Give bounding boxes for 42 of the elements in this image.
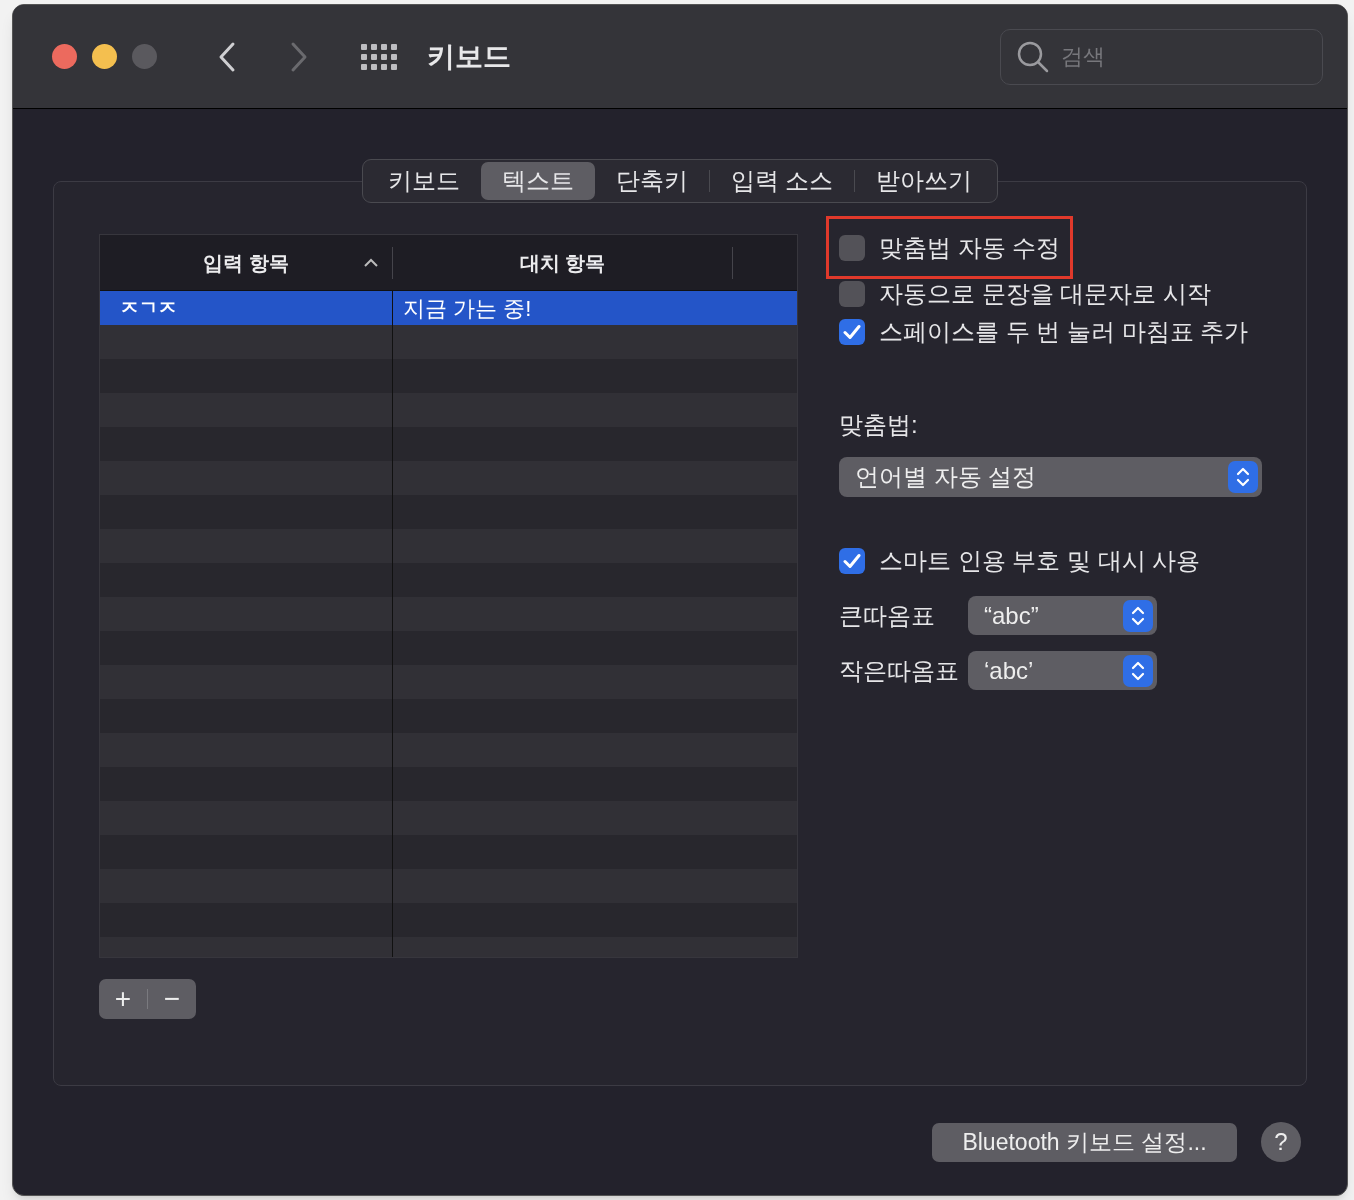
popup-value: ‘abc’ bbox=[984, 655, 1034, 686]
checkbox-label[interactable]: 스마트 인용 부호 및 대시 사용 bbox=[879, 543, 1201, 579]
minimize-icon[interactable] bbox=[92, 44, 117, 69]
close-icon[interactable] bbox=[52, 44, 77, 69]
stepper-icon bbox=[1228, 461, 1258, 493]
remove-button[interactable]: − bbox=[148, 979, 196, 1019]
checkmark-icon bbox=[843, 553, 861, 569]
popup-value: “abc” bbox=[984, 600, 1039, 631]
tab[interactable]: 키보드 bbox=[366, 162, 481, 200]
back-icon[interactable] bbox=[218, 40, 236, 73]
table-row[interactable]: ㅈㄱㅈ 지금 가는 중! bbox=[100, 291, 797, 325]
grid-icon[interactable] bbox=[361, 43, 399, 70]
tab[interactable]: 텍스트 bbox=[480, 162, 595, 200]
checkbox-label[interactable]: 자동으로 문장을 대문자로 시작 bbox=[879, 276, 1211, 312]
checkbox[interactable] bbox=[839, 234, 865, 261]
help-button[interactable]: ? bbox=[1261, 1122, 1301, 1162]
popup-value: 언어별 자동 설정 bbox=[855, 462, 1037, 492]
tab[interactable]: 입력 소스 bbox=[709, 162, 855, 200]
search-field[interactable]: 검색 bbox=[1000, 28, 1323, 85]
table-cell-text: 지금 가는 중! bbox=[402, 294, 533, 323]
window-title: 키보드 bbox=[427, 39, 511, 74]
bluetooth-settings-button[interactable]: Bluetooth 키보드 설정... bbox=[932, 1122, 1237, 1162]
quote-popup[interactable]: ‘abc’ bbox=[968, 651, 1157, 690]
column-header[interactable]: 대치 항목 bbox=[519, 247, 606, 278]
add-button[interactable]: + bbox=[99, 979, 147, 1019]
checkmark-icon bbox=[843, 324, 861, 340]
popup-label: 큰따옴표 bbox=[839, 600, 936, 631]
search-icon bbox=[1016, 39, 1050, 74]
checkbox[interactable] bbox=[839, 319, 865, 345]
stepper-icon bbox=[1123, 599, 1153, 632]
checkbox-label[interactable]: 스페이스를 두 번 눌러 마침표 추가 bbox=[879, 314, 1249, 350]
quote-popup[interactable]: “abc” bbox=[968, 596, 1157, 635]
tab[interactable]: 단축키 bbox=[594, 162, 709, 200]
spelling-popup[interactable]: 언어별 자동 설정 bbox=[839, 457, 1262, 497]
stepper-icon bbox=[1123, 654, 1153, 687]
column-header[interactable]: 입력 항목 bbox=[203, 247, 289, 278]
popup-label: 작은따옴표 bbox=[839, 655, 960, 686]
spelling-label: 맞춤법: bbox=[839, 410, 919, 440]
checkbox-label[interactable]: 맞춤법 자동 수정 bbox=[879, 229, 1061, 266]
checkbox[interactable] bbox=[839, 548, 865, 574]
checkbox[interactable] bbox=[839, 281, 865, 307]
tab[interactable]: 받아쓰기 bbox=[855, 162, 994, 200]
